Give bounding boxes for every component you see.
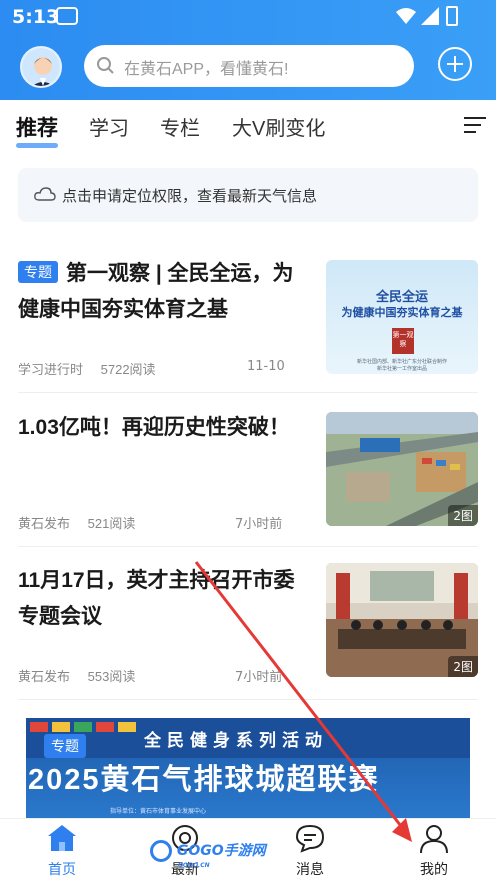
article-item[interactable]: 专题 第一观察 | 全民全运，为健康中国夯实体育之基 学习进行时 5722阅读 1… bbox=[0, 256, 496, 410]
article-item[interactable]: 11月17日，英才主持召开市委专题会议 黄石发布 553阅读 7小时前 2图 bbox=[0, 563, 496, 717]
cloud-icon bbox=[34, 187, 56, 201]
weather-text: 点击申请定位权限，查看最新天气信息 bbox=[62, 188, 318, 205]
nav-messages[interactable]: 消息 bbox=[265, 819, 355, 882]
banner-org: 指导单位：黄石市体育事业发展中心 bbox=[110, 808, 207, 815]
topic-tag: 专题 bbox=[44, 734, 86, 758]
divider bbox=[18, 699, 478, 700]
article-reads: 553阅读 bbox=[87, 669, 136, 684]
article-thumbnail: 全民全运 为健康中国夯实体育之基 第一观察 新华社国内部、新华社广东分社联合制作… bbox=[326, 260, 478, 374]
topic-tag: 专题 bbox=[18, 261, 58, 283]
thumb-title-2: 为健康中国夯实体育之基 bbox=[341, 306, 463, 319]
thumb-title-1: 全民全运 bbox=[375, 290, 428, 305]
article-thumbnail: 2图 bbox=[326, 563, 478, 677]
image-count-badge: 2图 bbox=[448, 505, 478, 526]
add-plus-button[interactable] bbox=[438, 47, 472, 81]
nav-home[interactable]: 首页 bbox=[17, 819, 107, 882]
article-source: 黄石发布 bbox=[18, 516, 71, 531]
article-source: 学习进行时 bbox=[18, 362, 84, 377]
article-title: 11月17日，英才主持召开市委专题会议 bbox=[18, 569, 295, 628]
nav-label: 消息 bbox=[296, 861, 324, 877]
article-reads: 5722阅读 bbox=[100, 362, 156, 377]
article-meta: 黄石发布 521阅读 bbox=[18, 513, 149, 532]
tab-study[interactable]: 学习 bbox=[89, 112, 129, 141]
image-count-badge: 2图 bbox=[448, 656, 478, 677]
signal-icon bbox=[421, 7, 439, 25]
user-profile-icon bbox=[420, 825, 448, 853]
watermark-text: GOGO手游网 bbox=[176, 843, 266, 859]
search-icon bbox=[97, 57, 114, 74]
site-watermark: GOGO手游网 GOGO.CN bbox=[150, 840, 266, 869]
watermark-subtext: GOGO.CN bbox=[178, 862, 210, 869]
notification-app-icon bbox=[56, 7, 78, 25]
user-avatar[interactable] bbox=[20, 46, 62, 88]
article-thumbnail: 2图 bbox=[326, 412, 478, 526]
divider bbox=[18, 392, 478, 393]
nav-label: 我的 bbox=[420, 861, 448, 877]
tab-label: 学习 bbox=[89, 118, 129, 140]
tab-label: 大V刷变化 bbox=[232, 118, 326, 140]
banner-title: 2025黄石气排球城超联赛 bbox=[28, 764, 380, 796]
channel-menu-icon[interactable] bbox=[464, 117, 486, 135]
tab-bigv-changes[interactable]: 大V刷变化 bbox=[232, 112, 325, 141]
nav-label: 首页 bbox=[48, 861, 76, 877]
article-time: 7小时前 bbox=[235, 670, 283, 685]
tab-label: 推荐 bbox=[16, 117, 58, 140]
battery-icon bbox=[446, 6, 458, 26]
active-tab-indicator bbox=[16, 143, 58, 148]
watermark-logo-icon bbox=[150, 840, 172, 862]
message-icon bbox=[295, 824, 325, 853]
wifi-icon bbox=[396, 8, 416, 24]
promo-banner[interactable]: 专题 全民健身系列活动 2025黄石气排球城超联赛 指导单位：黄石市体育事业发展… bbox=[26, 718, 470, 818]
status-bar: 5:13 bbox=[0, 0, 496, 34]
home-icon bbox=[48, 825, 76, 851]
weather-permission-banner[interactable]: 点击申请定位权限，查看最新天气信息 bbox=[18, 168, 478, 222]
search-input[interactable]: 在黄石APP，看懂黄石! bbox=[84, 45, 414, 87]
thumb-caption-2: 新华社第一工作室出品 bbox=[376, 366, 427, 372]
divider bbox=[18, 546, 478, 547]
category-tabs: 推荐 学习 专栏 大V刷变化 bbox=[0, 100, 496, 152]
status-time: 5:13 bbox=[12, 6, 60, 28]
app-header: 5:13 在黄石APP，看懂黄石! bbox=[0, 0, 496, 100]
search-placeholder: 在黄石APP，看懂黄石! bbox=[124, 61, 289, 78]
tab-recommend[interactable]: 推荐 bbox=[16, 112, 58, 148]
banner-subtitle: 全民健身系列活动 bbox=[144, 731, 328, 751]
tab-label: 专栏 bbox=[160, 118, 200, 140]
article-title-text: 第一观察 | 全民全运，为健康中国夯实体育之基 bbox=[18, 262, 294, 321]
sponsor-logos bbox=[30, 722, 136, 732]
observation-seal: 第一观察 bbox=[392, 328, 414, 354]
article-time: 11-10 bbox=[247, 359, 285, 374]
article-time: 7小时前 bbox=[235, 517, 283, 532]
tab-column[interactable]: 专栏 bbox=[160, 112, 200, 141]
article-item[interactable]: 1.03亿吨！再迎历史性突破！ 黄石发布 521阅读 7小时前 2图 bbox=[0, 410, 496, 564]
article-title: 专题 第一观察 | 全民全运，为健康中国夯实体育之基 bbox=[18, 256, 308, 328]
article-meta: 学习进行时 5722阅读 bbox=[18, 359, 170, 378]
article-reads: 521阅读 bbox=[87, 516, 136, 531]
nav-me[interactable]: 我的 bbox=[389, 819, 479, 882]
article-meta: 黄石发布 553阅读 bbox=[18, 666, 149, 685]
thumb-caption-1: 新华社国内部、新华社广东分社联合制作 bbox=[356, 359, 447, 365]
article-source: 黄石发布 bbox=[18, 669, 71, 684]
article-title: 1.03亿吨！再迎历史性突破！ bbox=[18, 416, 290, 439]
